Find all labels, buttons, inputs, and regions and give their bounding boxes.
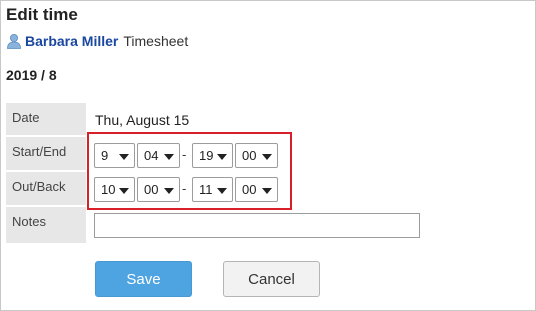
chevron-down-icon [262,154,272,160]
save-button[interactable]: Save [95,261,192,297]
out-back-label: Out/Back [6,172,86,205]
start-minute-value: 04 [144,148,159,163]
back-minute-select[interactable]: 00 [235,177,278,202]
chevron-down-icon [119,188,129,194]
out-hour-select[interactable]: 10 [94,177,135,202]
user-name-link[interactable]: Barbara Miller [25,33,118,49]
user-line: Barbara Miller Timesheet [6,33,188,49]
out-minute-value: 00 [144,182,159,197]
end-hour-select[interactable]: 19 [192,143,233,168]
start-minute-select[interactable]: 04 [137,143,180,168]
chevron-down-icon [262,188,272,194]
date-label: Date [6,103,86,135]
start-hour-select[interactable]: 9 [94,143,135,168]
cancel-button[interactable]: Cancel [223,261,320,297]
out-minute-select[interactable]: 00 [137,177,180,202]
back-hour-select[interactable]: 11 [192,177,233,202]
chevron-down-icon [217,188,227,194]
start-end-separator: - [182,147,187,162]
chevron-down-icon [119,154,129,160]
start-end-label: Start/End [6,137,86,170]
chevron-down-icon [164,154,174,160]
notes-label: Notes [6,207,86,243]
timesheet-label: Timesheet [123,33,189,49]
end-hour-value: 19 [199,148,214,163]
chevron-down-icon [164,188,174,194]
date-value: Thu, August 15 [95,112,190,128]
out-back-separator: - [182,181,187,196]
back-minute-value: 00 [242,182,257,197]
end-minute-value: 00 [242,148,257,163]
out-hour-value: 10 [101,182,116,197]
notes-field[interactable] [94,213,420,238]
page-title: Edit time [6,5,78,24]
start-hour-value: 9 [101,148,109,163]
chevron-down-icon [217,154,227,160]
period-label: 2019 / 8 [6,67,57,83]
back-hour-value: 11 [199,182,213,197]
user-icon [6,33,22,49]
end-minute-select[interactable]: 00 [235,143,278,168]
